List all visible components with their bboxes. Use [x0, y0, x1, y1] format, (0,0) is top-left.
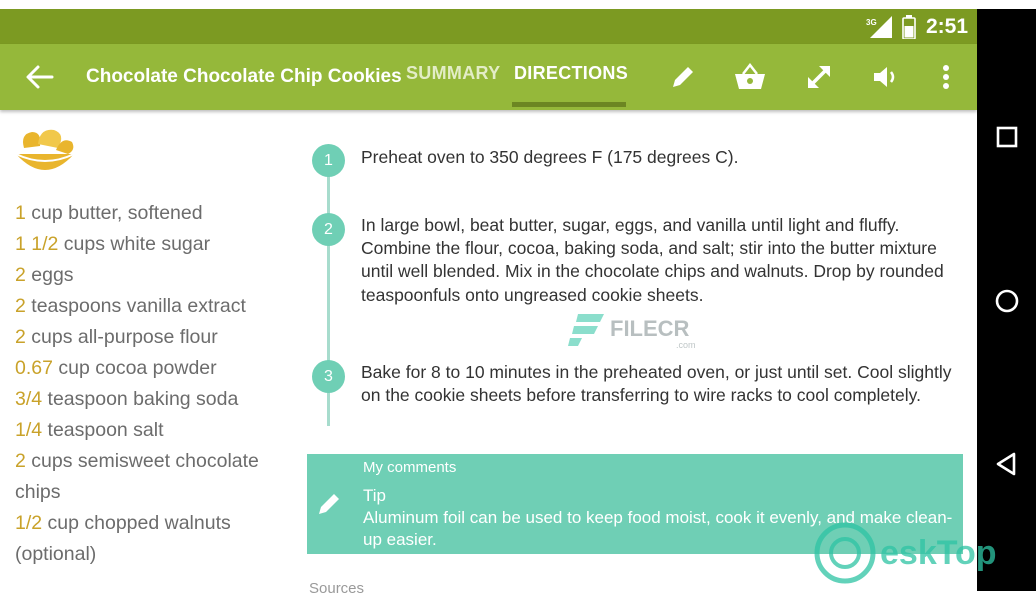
- recents-icon[interactable]: [993, 123, 1021, 151]
- tab-summary[interactable]: SUMMARY: [406, 63, 500, 84]
- ingredient-item: 2 teaspoons vanilla extract: [15, 291, 285, 322]
- back-arrow-icon[interactable]: [24, 63, 54, 91]
- network-label: 3G: [866, 18, 877, 27]
- ingredient-qty: 1/4: [15, 419, 43, 441]
- ingredient-qty: 2: [15, 264, 26, 286]
- edit-comment-icon[interactable]: [315, 490, 343, 518]
- tip-title: Tip: [363, 486, 386, 505]
- ingredient-text: cups semisweet chocolate chips: [15, 450, 259, 503]
- desktop-watermark: eskTop: [814, 522, 997, 584]
- sources-label: Sources: [309, 580, 365, 597]
- ingredient-text: cup cocoa powder: [52, 357, 217, 379]
- ingredient-item: 2 cups semisweet chocolate chips: [15, 446, 285, 508]
- clock: 2:51: [926, 15, 969, 38]
- step-text: Bake for 8 to 10 minutes in the preheate…: [361, 362, 952, 406]
- tab-directions[interactable]: DIRECTIONS: [514, 63, 628, 84]
- home-icon[interactable]: [993, 287, 1021, 315]
- more-vert-icon: [943, 65, 949, 89]
- basket-icon: [735, 63, 765, 89]
- step-text: In large bowl, beat butter, sugar, eggs,…: [361, 215, 944, 305]
- ingredient-qty: 0.67: [15, 357, 53, 379]
- comments-header: My comments: [363, 459, 457, 476]
- ingredient-text: teaspoons vanilla extract: [25, 295, 246, 317]
- ingredients-list: 1 cup butter, softened 1 1/2 cups white …: [15, 198, 285, 570]
- step-number: 2: [312, 213, 345, 246]
- status-bar: 3G 2:51: [0, 9, 977, 44]
- ingredient-qty: 2: [15, 450, 26, 472]
- fullscreen-button[interactable]: [802, 60, 836, 94]
- ingredient-item: 1/4 teaspoon salt: [15, 415, 285, 446]
- ingredient-qty: 3/4: [15, 388, 43, 410]
- app-bar: Chocolate Chocolate Chip Cookies SUMMARY…: [0, 44, 977, 110]
- ingredient-text: eggs: [25, 264, 74, 286]
- navigation-bar: [977, 9, 1036, 591]
- ingredient-item: 1 cup butter, softened: [15, 198, 285, 229]
- volume-icon: [874, 67, 895, 87]
- app-screen: 3G 2:51 Chocolate Chocolate Chip Cookies…: [0, 0, 1036, 600]
- fullscreen-icon: [808, 66, 830, 88]
- edit-icon: [673, 67, 693, 87]
- desktop-logo-icon: [814, 522, 876, 584]
- ingredient-item: 1/2 cup chopped walnuts (optional): [15, 508, 285, 570]
- filecr-text: FILECR: [610, 316, 690, 341]
- back-nav-icon[interactable]: [993, 450, 1021, 478]
- ingredients-bowl-icon: [15, 129, 75, 170]
- filecr-sub: .com: [676, 340, 696, 350]
- desktop-text: eskTop: [880, 533, 997, 572]
- ingredient-item: 0.67 cup cocoa powder: [15, 353, 285, 384]
- ingredient-qty: 1/2: [15, 512, 43, 534]
- ingredient-text: teaspoon baking soda: [42, 388, 239, 410]
- filecr-logo-icon: [568, 314, 604, 346]
- ingredient-text: cup chopped walnuts (optional): [15, 512, 231, 565]
- step-number: 3: [312, 360, 345, 393]
- step-number: 1: [312, 144, 345, 177]
- step-text: Preheat oven to 350 degrees F (175 degre…: [361, 147, 739, 167]
- ingredient-text: cups white sugar: [58, 233, 211, 255]
- read-aloud-button[interactable]: [869, 60, 903, 94]
- ingredient-qty: 2: [15, 326, 26, 348]
- ingredient-text: teaspoon salt: [42, 419, 164, 441]
- battery-icon: [902, 15, 916, 39]
- ingredient-text: cup butter, softened: [25, 202, 203, 224]
- shopping-basket-button[interactable]: [733, 60, 767, 94]
- ingredient-item: 2 cups all-purpose flour: [15, 322, 285, 353]
- more-options-button[interactable]: [929, 60, 963, 94]
- tab-indicator: [512, 102, 626, 107]
- ingredient-text: cups all-purpose flour: [25, 326, 218, 348]
- recipe-title: Chocolate Chocolate Chip Cookies: [86, 66, 402, 87]
- edit-button[interactable]: [666, 60, 700, 94]
- ingredient-qty: 2: [15, 295, 26, 317]
- ingredient-item: 2 eggs: [15, 260, 285, 291]
- ingredient-qty: 1 1/2: [15, 233, 59, 255]
- ingredient-qty: 1: [15, 202, 26, 224]
- filecr-watermark: FILECR .com: [568, 312, 696, 350]
- signal-icon: 3G: [866, 16, 892, 38]
- ingredient-item: 3/4 teaspoon baking soda: [15, 384, 285, 415]
- ingredient-item: 1 1/2 cups white sugar: [15, 229, 285, 260]
